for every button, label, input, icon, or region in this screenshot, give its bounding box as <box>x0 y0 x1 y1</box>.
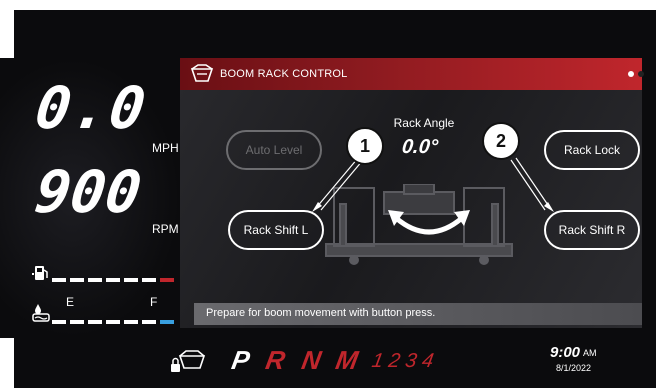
page-dot[interactable] <box>638 71 644 77</box>
rack-lock-button[interactable]: Rack Lock <box>544 130 640 170</box>
callout-2: 2 <box>482 122 520 160</box>
rack-lock-status-icon <box>171 350 206 372</box>
page-dot-active[interactable] <box>628 71 634 77</box>
callout-1: 1 <box>346 127 384 165</box>
rack-shift-right-button[interactable]: Rack Shift R <box>544 210 640 250</box>
speed-unit: MPH <box>152 141 179 155</box>
fuel-level-bar <box>52 278 174 282</box>
empty-label: E <box>66 295 75 309</box>
rack-angle-value: 0.0° <box>400 136 440 158</box>
fuel-icon <box>32 266 48 280</box>
full-label: F <box>150 295 158 309</box>
rack-shift-left-button[interactable]: Rack Shift L <box>228 210 324 250</box>
fluid-level-bar <box>52 320 174 324</box>
callout-lines <box>312 157 554 212</box>
page-indicator[interactable] <box>628 71 644 77</box>
status-message: Prepare for boom movement with button pr… <box>206 307 436 319</box>
rpm-readout: 900 <box>31 158 146 226</box>
rpm-unit: RPM <box>152 222 179 236</box>
gear-numbers: 1 2 3 4 <box>370 350 436 372</box>
auto-level-button[interactable]: Auto Level <box>226 130 322 170</box>
clock-time: 9:00 <box>550 344 581 361</box>
boom-rack-icon <box>190 64 214 82</box>
clock-date: 8/1/2022 <box>556 363 592 373</box>
speed-readout: 0.0 <box>31 74 152 142</box>
clock-ampm: AM <box>583 348 597 358</box>
fluid-tank-icon <box>32 304 50 322</box>
rack-angle-label: Rack Angle <box>393 116 455 130</box>
panel-title: BOOM RACK CONTROL <box>220 68 348 80</box>
